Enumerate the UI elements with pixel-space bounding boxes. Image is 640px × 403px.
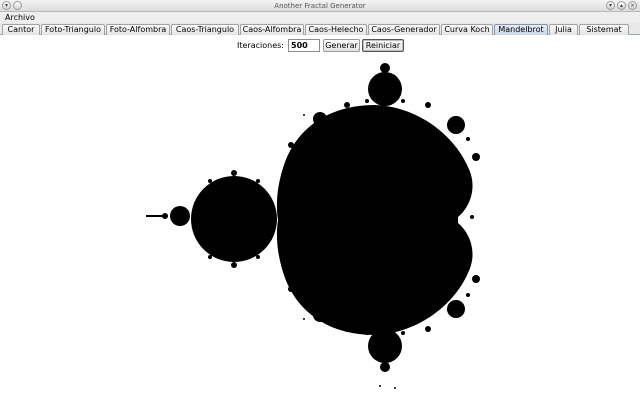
- generate-button[interactable]: Generar: [323, 39, 360, 52]
- menu-bar: Archivo: [0, 12, 640, 23]
- tab-sistemat[interactable]: Sistemat: [579, 24, 629, 35]
- tab-caos-alfombra[interactable]: Caos-Alfombra: [240, 24, 304, 35]
- tab-curva-koch[interactable]: Curva Koch: [441, 24, 493, 35]
- close-icon[interactable]: ×: [628, 1, 637, 10]
- tab-caos-triangulo[interactable]: Caos-Triangulo: [171, 24, 239, 35]
- controls-row: Iteraciones: Generar Reiniciar: [0, 36, 640, 56]
- title-bar: ▾ Another Fractal Generator ▾ ▴ ×: [0, 0, 640, 12]
- period-2-bulb: [191, 176, 277, 262]
- tab-foto-triangulo[interactable]: Foto-Triangulo: [41, 24, 105, 35]
- tab-caos-generador[interactable]: Caos-Generador: [368, 24, 440, 35]
- mandelbrot-set: [146, 63, 480, 389]
- window-title: Another Fractal Generator: [274, 2, 366, 10]
- minimize-icon[interactable]: ▾: [606, 1, 615, 10]
- reset-button[interactable]: Reiniciar: [362, 39, 404, 52]
- tab-foto-alfombra[interactable]: Foto-Alfombra: [106, 24, 170, 35]
- main-cardioid: [276, 105, 473, 335]
- maximize-icon[interactable]: ▴: [617, 1, 626, 10]
- bottom-bulb: [368, 329, 402, 363]
- tab-cantor[interactable]: Cantor: [2, 24, 40, 35]
- fractal-canvas[interactable]: [0, 57, 640, 400]
- tab-julia[interactable]: Julia: [549, 24, 578, 35]
- tab-caos-helecho[interactable]: Caos-Helecho: [305, 24, 367, 35]
- menu-archivo[interactable]: Archivo: [5, 12, 35, 23]
- iterations-label: Iteraciones:: [237, 41, 284, 50]
- iterations-input[interactable]: [288, 39, 320, 52]
- period-4-bulb: [170, 206, 190, 226]
- top-bulb: [368, 72, 402, 106]
- app-window: ▾ Another Fractal Generator ▾ ▴ × Archiv…: [0, 0, 640, 400]
- tab-mandelbrot[interactable]: Mandelbrot: [494, 24, 548, 35]
- tab-bar: Cantor Foto-Triangulo Foto-Alfombra Caos…: [0, 23, 640, 35]
